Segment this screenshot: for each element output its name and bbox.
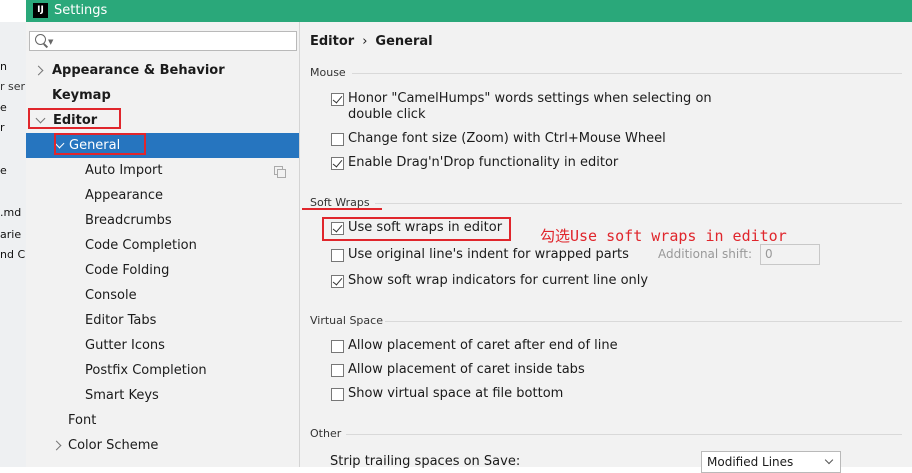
tree-item-label: Console xyxy=(85,288,137,303)
background-text: .md xyxy=(0,206,22,219)
annotation-highlight-box xyxy=(322,217,511,241)
tree-item-keymap[interactable]: Keymap xyxy=(26,83,299,108)
tree-item-font[interactable]: Font xyxy=(26,408,299,433)
tree-item-label: Font xyxy=(68,413,97,428)
background-text: r xyxy=(0,121,5,134)
divider xyxy=(385,321,902,322)
title-bar: IJ Settings xyxy=(26,0,912,22)
option-label: Use original line's indent for wrapped p… xyxy=(348,247,629,262)
chevron-right-icon[interactable] xyxy=(51,440,62,451)
tree-item-code-completion[interactable]: Code Completion xyxy=(26,233,299,258)
window-title: Settings xyxy=(54,3,108,18)
tree-item-color-scheme[interactable]: Color Scheme xyxy=(26,433,299,458)
background-text: e xyxy=(0,164,7,177)
tree-item-label: Editor Tabs xyxy=(85,313,157,328)
tree-item-gutter-icons[interactable]: Gutter Icons xyxy=(26,333,299,358)
breadcrumb-parent: Editor xyxy=(310,34,355,49)
tree-item-console[interactable]: Console xyxy=(26,283,299,308)
checkbox[interactable] xyxy=(331,388,344,401)
section-header-other: Other xyxy=(310,427,342,440)
checkbox[interactable] xyxy=(331,340,344,353)
tree-item-label: Postfix Completion xyxy=(85,363,207,378)
checkbox[interactable] xyxy=(331,249,344,262)
tree-item-appearance[interactable]: Appearance xyxy=(26,183,299,208)
option-label: Change font size (Zoom) with Ctrl+Mouse … xyxy=(348,131,666,146)
tree-item-label: Appearance & Behavior xyxy=(52,63,225,78)
divider xyxy=(346,434,902,435)
checkbox[interactable] xyxy=(331,275,344,288)
tree-item-label: Code Folding xyxy=(85,263,170,278)
app-logo-icon: IJ xyxy=(33,3,48,18)
background-window-strip: n r ser e r e .md arie nd C xyxy=(0,22,26,467)
checkbox[interactable] xyxy=(331,364,344,377)
tree-item-label: Breadcrumbs xyxy=(85,213,172,228)
tree-item-label: Keymap xyxy=(52,88,111,103)
background-text: n xyxy=(0,60,7,73)
tree-item-breadcrumbs[interactable]: Breadcrumbs xyxy=(26,208,299,233)
tree-item-appearance-behavior[interactable]: Appearance & Behavior xyxy=(26,58,299,83)
tree-item-label: Smart Keys xyxy=(85,388,159,403)
checkbox[interactable] xyxy=(331,93,344,106)
search-icon xyxy=(35,34,46,45)
breadcrumb-separator: › xyxy=(362,34,368,49)
annotation-underline xyxy=(302,188,382,210)
tree-item-auto-import[interactable]: Auto Import xyxy=(26,158,299,183)
search-input[interactable]: ▼ xyxy=(29,31,297,51)
additional-shift-label: Additional shift: xyxy=(658,247,753,261)
annotation-highlight-box xyxy=(54,133,146,155)
divider xyxy=(352,73,902,74)
additional-shift-field[interactable]: 0 xyxy=(760,244,820,265)
section-header-virtual-space: Virtual Space xyxy=(310,314,383,327)
option-label: Enable Drag'n'Drop functionality in edit… xyxy=(348,155,619,170)
tree-item-label: Color Scheme xyxy=(68,438,159,453)
option-label: Show soft wrap indicators for current li… xyxy=(348,273,649,288)
tree-item-label: Gutter Icons xyxy=(85,338,165,353)
annotation-text: 勾选Use soft wraps in editor xyxy=(540,227,787,245)
option-label: Show virtual space at file bottom xyxy=(348,386,564,401)
option-label: Honor "CamelHumps" words settings when s… xyxy=(348,91,712,106)
tree-item-smart-keys[interactable]: Smart Keys xyxy=(26,383,299,408)
option-label: Allow placement of caret after end of li… xyxy=(348,338,618,353)
tree-item-code-folding[interactable]: Code Folding xyxy=(26,258,299,283)
option-label: double click xyxy=(348,107,426,122)
breadcrumb: Editor › General xyxy=(310,34,433,49)
tree-item-label: Code Completion xyxy=(85,238,197,253)
tree-item-label: Auto Import xyxy=(85,163,163,178)
tree-item-label: Appearance xyxy=(85,188,164,203)
chevron-right-icon[interactable] xyxy=(33,65,44,76)
divider xyxy=(375,203,902,204)
background-text: e xyxy=(0,101,7,114)
breadcrumb-current: General xyxy=(375,34,433,49)
tree-item-editor-tabs[interactable]: Editor Tabs xyxy=(26,308,299,333)
strip-trailing-spaces-select[interactable]: Modified Lines xyxy=(701,451,841,473)
tree-item-postfix-completion[interactable]: Postfix Completion xyxy=(26,358,299,383)
background-text: nd C xyxy=(0,248,26,261)
section-header-mouse: Mouse xyxy=(310,66,346,79)
annotation-highlight-box xyxy=(28,108,121,129)
checkbox[interactable] xyxy=(331,133,344,146)
option-label: Allow placement of caret inside tabs xyxy=(348,362,585,377)
settings-tree-panel: ▼ Appearance & Behavior Keymap Editor Ge… xyxy=(26,22,300,467)
background-text: arie xyxy=(0,228,22,241)
background-text: r ser xyxy=(0,80,26,93)
checkbox[interactable] xyxy=(331,157,344,170)
chevron-down-icon xyxy=(824,455,834,465)
search-options-icon[interactable]: ▼ xyxy=(48,38,53,46)
settings-content-panel: Editor › General Mouse Honor "CamelHumps" … xyxy=(300,22,912,473)
project-settings-icon xyxy=(274,166,286,178)
